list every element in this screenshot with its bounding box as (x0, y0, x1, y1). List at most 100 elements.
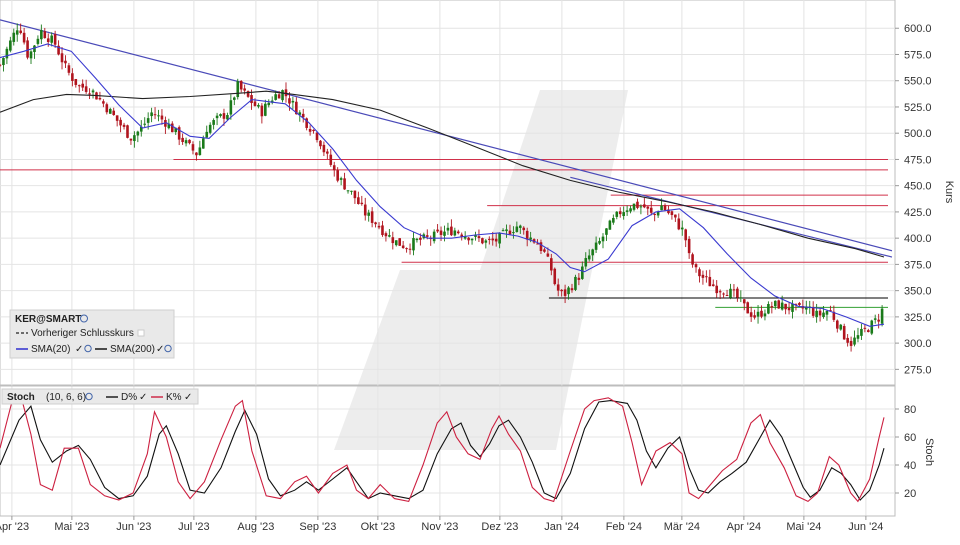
sma200-check-icon[interactable]: ✓ (156, 344, 164, 355)
candle-up (629, 208, 632, 212)
d-check-icon[interactable]: ✓ (139, 392, 147, 403)
candle-down (491, 238, 495, 241)
candle-down (308, 128, 312, 132)
candle-up (264, 103, 267, 116)
price-tick-label: 500.0 (904, 128, 932, 140)
candle-up (229, 100, 233, 115)
candle-down (336, 170, 339, 181)
candle-down (119, 119, 122, 126)
candle-down (170, 123, 174, 133)
price-tick-label: 375.0 (904, 259, 932, 271)
price-tick-label: 550.0 (904, 76, 932, 88)
candle-up (108, 108, 112, 114)
candle-down (649, 207, 653, 213)
candle-up (198, 147, 202, 156)
candle-down (670, 211, 674, 216)
candle-up (226, 115, 229, 120)
candle-down (877, 319, 880, 322)
candle-up (880, 308, 884, 324)
price-tick-label: 275.0 (904, 364, 932, 376)
candle-down (64, 60, 67, 64)
price-tick-label: 350.0 (904, 286, 932, 298)
candle-down (687, 238, 691, 254)
k-check-icon[interactable]: ✓ (184, 392, 192, 403)
legend-sma20: SMA(20) (31, 344, 70, 355)
candle-up (584, 258, 588, 267)
stoch-tick-label: 20 (904, 488, 916, 500)
candle-down (867, 330, 870, 333)
candle-down (522, 227, 526, 231)
candle-down (419, 237, 422, 240)
stoch-axis: 20 40 60 80 (895, 404, 916, 500)
candle-up (660, 205, 663, 211)
candle-up (656, 211, 660, 216)
candle-down (315, 132, 319, 141)
candle-up (91, 90, 95, 93)
month-label: Okt '23 (361, 521, 396, 533)
candle-up (350, 190, 353, 192)
month-label: Jun '23 (116, 521, 151, 533)
candle-up (622, 212, 625, 217)
candle-up (184, 140, 188, 144)
candle-up (791, 303, 794, 312)
price-axis: 275.0 300.0 325.0 350.0 375.0 400.0 425.0 450.0… (895, 23, 932, 376)
candle-down (836, 320, 839, 329)
candle-up (15, 30, 19, 35)
candle-down (312, 129, 315, 132)
candle-down (160, 115, 164, 120)
candle-down (456, 231, 460, 234)
candle-up (567, 287, 570, 295)
candle-down (401, 245, 405, 249)
candle-down (222, 113, 226, 119)
candle-down (326, 151, 329, 154)
month-label: Jul '23 (178, 521, 209, 533)
candle-down (19, 30, 22, 34)
candle-up (205, 131, 209, 138)
stoch-tick-label: 80 (904, 404, 916, 416)
candle-up (853, 337, 856, 345)
month-label: Apr '23 (0, 521, 29, 533)
candle-down (546, 253, 550, 257)
candle-down (636, 201, 639, 208)
price-tick-label: 300.0 (904, 338, 932, 350)
candle-up (767, 304, 770, 314)
price-tick-label: 600.0 (904, 23, 932, 35)
candle-down (691, 254, 694, 265)
candle-down (736, 288, 739, 298)
candle-down (381, 225, 384, 236)
candle-down (753, 315, 756, 318)
candle-down (67, 65, 71, 73)
candle-down (81, 83, 84, 88)
candle-up (412, 238, 415, 251)
stoch-legend: Stoch (10, 6, 6) D% ✓ K% ✓ (1, 388, 199, 405)
candle-up (257, 104, 260, 107)
candle-down (553, 268, 557, 285)
chart-stage: 275.0 300.0 325.0 350.0 375.0 400.0 425.0 450.0… (0, 0, 960, 540)
candle-down (71, 73, 74, 81)
candle-up (143, 123, 147, 125)
candle-up (739, 297, 743, 299)
stoch-title: Stoch (7, 392, 35, 403)
candle-down (732, 289, 736, 291)
candle-up (40, 30, 43, 40)
candle-down (77, 85, 81, 87)
candle-down (577, 277, 581, 280)
candle-down (74, 79, 78, 85)
candle-down (698, 269, 701, 277)
candle-up (339, 178, 343, 180)
candle-down (715, 285, 719, 294)
candle-up (274, 94, 277, 100)
sma20-check-icon[interactable]: ✓ (75, 344, 83, 355)
candle-down (260, 105, 264, 117)
candle-down (88, 93, 91, 95)
candle-down (742, 299, 746, 304)
candle-up (267, 102, 271, 106)
candle-up (50, 35, 53, 43)
candle-up (870, 320, 874, 334)
candle-down (643, 204, 646, 208)
candle-up (612, 217, 615, 223)
candle-down (550, 258, 553, 271)
candle-down (46, 38, 50, 43)
candle-up (36, 38, 40, 44)
price-tick-label: 450.0 (904, 181, 932, 193)
